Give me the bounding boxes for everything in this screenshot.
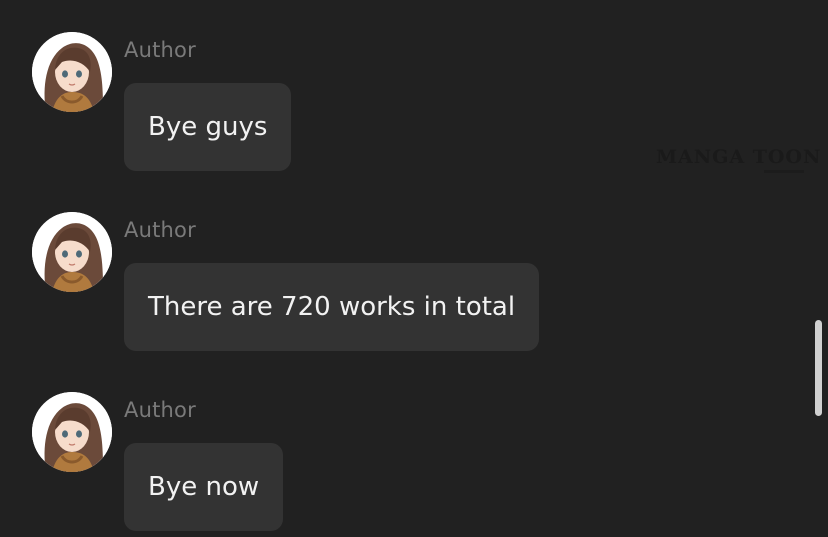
avatar-portrait-icon [32,212,112,292]
avatar-portrait-icon [32,32,112,112]
message-bubble[interactable]: Bye now [124,443,284,531]
watermark-underline [764,170,804,173]
author-avatar[interactable] [32,392,112,472]
author-name: Author [124,38,196,62]
avatar-portrait-icon [32,392,112,472]
chat-screen: MANGA TOON Author Bye guys Author There … [0,0,828,537]
author-name: Author [124,398,196,422]
author-avatar[interactable] [32,32,112,112]
scrollbar-thumb[interactable] [815,320,822,416]
message-bubble[interactable]: Bye guys [124,83,292,171]
message-bubble[interactable]: There are 720 works in total [124,263,540,351]
watermark-text: MANGA TOON [656,146,822,168]
watermark-logo: MANGA TOON [656,146,824,188]
author-name: Author [124,218,196,242]
author-avatar[interactable] [32,212,112,292]
